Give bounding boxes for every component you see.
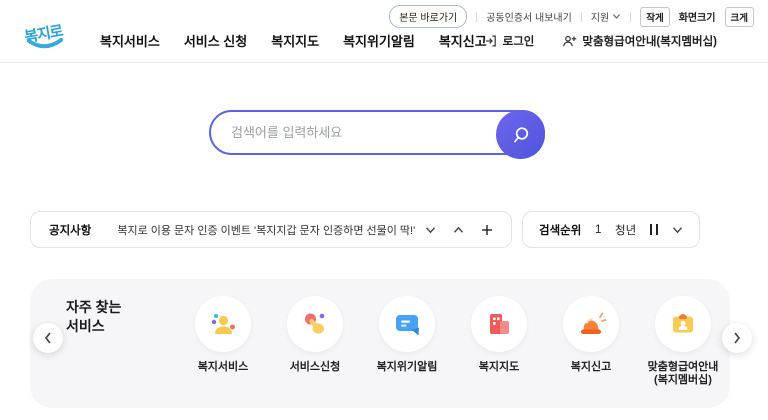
siren-icon [575, 308, 607, 340]
icon-circle [195, 296, 251, 352]
search-bar [209, 110, 545, 155]
page: 본문 바로가기 공동인증서 내보내기 지원 작게 화면크기 크게 복지로 복지서… [0, 0, 768, 420]
chevron-right-icon [732, 331, 742, 345]
service-welfare-services[interactable]: 복지서비스 [177, 296, 269, 387]
chevron-down-icon [425, 226, 436, 234]
ranking-title: 검색순위 [539, 222, 581, 238]
service-label: 복지지도 [479, 361, 519, 374]
search-button[interactable] [496, 110, 545, 159]
icon-circle [563, 296, 619, 352]
chevron-down-icon [612, 13, 621, 20]
bokjiro-logo[interactable]: 복지로 [24, 22, 74, 60]
service-label: 복지신고 [571, 361, 611, 374]
icon-circle [287, 296, 343, 352]
service-label: 복지서비스 [198, 361, 249, 374]
logo-smile-icon [25, 38, 65, 51]
service-label: 서비스신청 [290, 361, 341, 374]
nav-service-apply[interactable]: 서비스 신청 [184, 31, 247, 50]
ranking-expand-button[interactable] [672, 226, 683, 234]
divider [630, 12, 631, 22]
icon-circle [471, 296, 527, 352]
person-icon [207, 308, 239, 340]
clipboard-person-icon [667, 308, 699, 340]
notice-prev-button[interactable] [453, 226, 464, 234]
login-button[interactable]: 로그인 [484, 33, 535, 49]
icon-circle [655, 296, 711, 352]
nav-welfare-map[interactable]: 복지지도 [271, 31, 319, 50]
nav-crisis-alert[interactable]: 복지위기알림 [343, 31, 415, 50]
notice-controls [425, 224, 493, 236]
icon-circle [379, 296, 435, 352]
main-nav: 복지서비스 서비스 신청 복지지도 복지위기알림 복지신고 [100, 31, 487, 50]
ranking-keyword-link[interactable]: 청년 [615, 222, 636, 238]
chevron-up-icon [453, 226, 464, 234]
notice-title: 공지사항 [49, 222, 91, 238]
ranking-number: 1 [595, 224, 601, 236]
service-label: 맞춤형급여안내 (복지멤버십) [648, 361, 719, 387]
chat-bubble-icon [391, 308, 423, 340]
divider [581, 12, 582, 22]
nav-welfare-services[interactable]: 복지서비스 [100, 31, 160, 50]
notice-next-button[interactable] [425, 226, 436, 234]
search-ranking-widget: 검색순위 1 청년 [522, 211, 700, 248]
nav-welfare-report[interactable]: 복지신고 [439, 31, 487, 50]
membership-label: 맞춤형급여안내(복지멤버십) [582, 33, 717, 49]
search-icon [511, 125, 531, 145]
carousel-prev-button[interactable] [33, 323, 63, 353]
plus-icon [481, 224, 493, 236]
hand-click-icon [299, 308, 331, 340]
service-label-line1: 맞춤형급여안내 [648, 361, 719, 374]
service-label-line2: (복지멤버십) [648, 374, 719, 387]
notice-bar: 공지사항 복지로 이용 문자 인증 이벤트 '복지지갑 문자 인증하면 선물이 … [30, 211, 512, 248]
service-welfare-report[interactable]: 복지신고 [545, 296, 637, 387]
login-label: 로그인 [503, 33, 535, 49]
carousel-next-button[interactable] [722, 323, 752, 353]
chevron-left-icon [43, 331, 53, 345]
divider [476, 12, 477, 22]
service-membership-guide[interactable]: 맞춤형급여안내 (복지멤버십) [637, 296, 729, 387]
panel-title-line1: 자주 찾는 [66, 298, 121, 317]
login-icon [484, 34, 498, 48]
header-divider [0, 62, 768, 63]
notice-more-button[interactable] [481, 224, 493, 236]
service-crisis-alert[interactable]: 복지위기알림 [361, 296, 453, 387]
search-input[interactable] [211, 112, 481, 153]
chevron-down-icon [672, 226, 683, 234]
frequent-services-panel: 자주 찾는 서비스 복지서비스 [30, 279, 730, 408]
building-icon [483, 308, 515, 340]
notice-message-link[interactable]: 복지로 이용 문자 인증 이벤트 '복지지갑 문자 인증하면 선물이 딱!' [117, 222, 425, 238]
membership-button[interactable]: 맞춤형급여안내(복지멤버십) [562, 33, 717, 49]
service-label: 복지위기알림 [377, 361, 438, 374]
header: 복지로 복지서비스 서비스 신청 복지지도 복지위기알림 복지신고 로그인 [0, 22, 768, 62]
service-apply[interactable]: 서비스신청 [269, 296, 361, 387]
panel-title: 자주 찾는 서비스 [66, 298, 121, 336]
panel-title-line2: 서비스 [66, 317, 121, 336]
service-welfare-map[interactable]: 복지지도 [453, 296, 545, 387]
ranking-pause-button[interactable] [650, 224, 659, 235]
person-plus-icon [562, 34, 577, 48]
service-shortcuts: 복지서비스 서비스신청 [177, 296, 729, 387]
header-actions: 로그인 맞춤형급여안내(복지멤버십) [484, 33, 717, 49]
